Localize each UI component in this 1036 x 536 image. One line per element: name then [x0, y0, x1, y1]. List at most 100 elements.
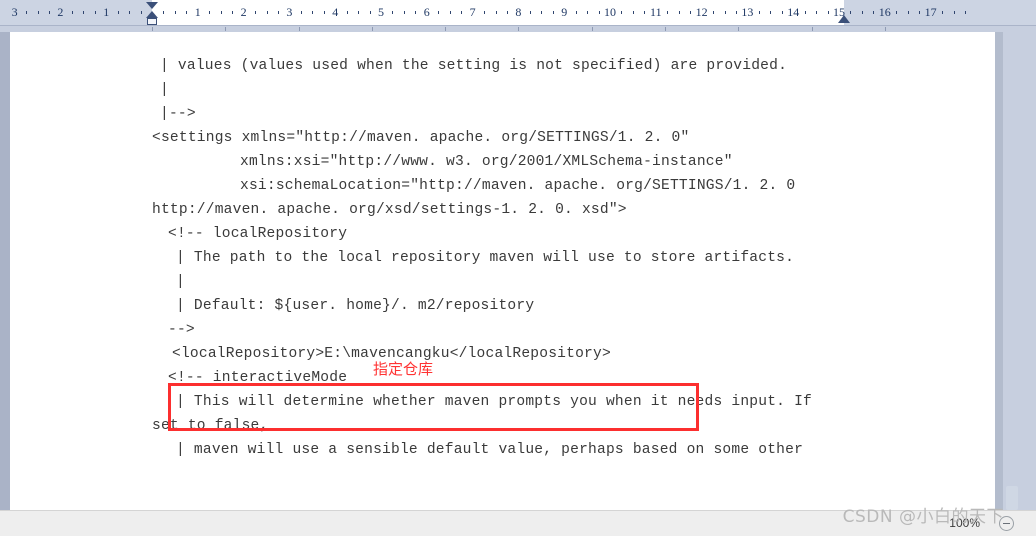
document-line[interactable]: xmlns:xsi="http://www. w3. org/2001/XMLS… [10, 150, 995, 174]
ruler-number-10: 10 [604, 5, 616, 19]
ruler-tick [438, 11, 440, 14]
first-line-indent-marker[interactable] [146, 2, 158, 9]
ruler-number-5: 5 [378, 5, 384, 19]
ruler-tick [919, 11, 921, 14]
ruler-number-4: 4 [332, 5, 339, 19]
vertical-scrollbar-thumb[interactable] [1006, 486, 1018, 510]
hanging-indent-marker[interactable] [146, 11, 158, 18]
ruler-tick [770, 11, 772, 14]
document-line[interactable]: | maven will use a sensible default valu… [10, 438, 995, 462]
ruler-tick [266, 11, 268, 14]
ruler-tick [690, 11, 692, 14]
ruler-tick [129, 11, 131, 14]
ruler-tick [964, 11, 966, 14]
ruler-tick [415, 11, 417, 14]
document-line[interactable]: xsi:schemaLocation="http://maven. apache… [10, 174, 995, 198]
ruler-number-11: 11 [650, 5, 662, 19]
ruler-tick [667, 11, 669, 14]
document-line[interactable]: <!-- localRepository [10, 222, 995, 246]
document-line[interactable]: | Default: ${user. home}/. m2/repository [10, 294, 995, 318]
ruler-number-16: 16 [878, 5, 891, 19]
ruler-tick [575, 11, 577, 14]
document-line[interactable]: |--> [10, 102, 995, 126]
ruler-tick [48, 11, 50, 14]
ruler-tab-stop-mark [225, 27, 227, 31]
document-page[interactable]: | values (values used when the setting i… [10, 32, 995, 510]
ruler-tab-stop-mark [811, 27, 813, 31]
right-indent-marker[interactable] [838, 15, 850, 23]
document-line[interactable]: <settings xmlns="http://maven. apache. o… [10, 126, 995, 150]
ruler-number-1: 1 [103, 5, 110, 19]
ruler-tick [495, 11, 497, 14]
ruler-number-2: 2 [57, 5, 64, 19]
ruler-tick [587, 11, 589, 14]
ruler-tick [827, 11, 829, 14]
ruler-number-1: 1 [194, 5, 201, 19]
ruler-number-12: 12 [695, 5, 708, 19]
ruler-tick [220, 11, 222, 14]
ruler-number-2: 2 [240, 5, 247, 19]
ruler-tick [724, 11, 726, 14]
ruler-tick [632, 11, 634, 14]
ruler-tick [529, 11, 531, 14]
ruler-tick [781, 11, 783, 14]
ruler-tick [598, 11, 600, 14]
left-indent-marker[interactable] [147, 18, 157, 25]
ruler-tick [300, 11, 302, 14]
ruler-tick [873, 11, 875, 14]
ruler-tick [392, 11, 394, 14]
document-line[interactable]: --> [10, 318, 995, 342]
ruler-tick [758, 11, 760, 14]
ruler-tick [277, 11, 279, 14]
ruler-tick [506, 11, 508, 14]
ruler-tab-stop-mark [738, 27, 740, 31]
ruler-tick [896, 11, 898, 14]
ruler-tick [621, 11, 623, 14]
ruler-number-17: 17 [924, 5, 937, 19]
ruler-tick [323, 11, 325, 14]
ruler-number-6: 6 [423, 5, 430, 19]
watermark-text: CSDN @小白的天下 [842, 507, 1004, 527]
page-left-edge [0, 32, 10, 510]
ruler-tick [186, 11, 188, 14]
ruler-tick [953, 11, 955, 14]
ruler-number-8: 8 [515, 5, 522, 19]
annotation-label: 指定仓库 [373, 360, 434, 378]
ruler-tick [861, 11, 863, 14]
ruler-tick [209, 11, 211, 14]
document-line[interactable]: <localRepository>E:\mavencangku</localRe… [10, 342, 995, 366]
ruler-tick [163, 11, 165, 14]
ruler-tick [713, 11, 715, 14]
ruler-tick [174, 11, 176, 14]
ruler-tick [541, 11, 543, 14]
document-editor-window: 3 2 1 1 2 3 4 5 6 7 8 9 10 11 12 13 14 15 16 17 | values (v… [0, 0, 1036, 536]
ruler-tick [552, 11, 554, 14]
ruler-tick [461, 11, 463, 14]
ruler-tick [232, 11, 234, 14]
ruler-tick [369, 11, 371, 14]
document-line[interactable]: | values (values used when the setting i… [10, 54, 995, 78]
document-line[interactable]: | [10, 270, 995, 294]
ruler-tick [942, 11, 944, 14]
ruler-tick [449, 11, 451, 14]
ruler-number-13: 13 [741, 5, 754, 19]
ruler-tab-stop-mark [884, 27, 886, 31]
ruler-tick [907, 11, 909, 14]
ruler-tab-stop-mark [371, 27, 373, 31]
ruler-tick [735, 11, 737, 14]
horizontal-ruler[interactable]: 3 2 1 1 2 3 4 5 6 7 8 9 10 11 12 13 14 15 16 17 [0, 0, 1036, 27]
ruler-tick [358, 11, 360, 14]
ruler-tick [255, 11, 257, 14]
document-line[interactable]: | [10, 78, 995, 102]
document-line[interactable]: http://maven. apache. org/xsd/settings-1… [10, 198, 995, 222]
document-line[interactable]: | The path to the local repository maven… [10, 246, 995, 270]
ruler-tick [312, 11, 314, 14]
ruler-tick [346, 11, 348, 14]
ruler-number-9: 9 [561, 5, 568, 19]
ruler-number-3: 3 [286, 5, 293, 19]
ruler-tab-stop-mark [152, 27, 153, 31]
ruler-tick [140, 11, 142, 14]
ruler-tick [83, 11, 85, 14]
ruler-tick [678, 11, 680, 14]
ruler-tick [804, 11, 806, 14]
